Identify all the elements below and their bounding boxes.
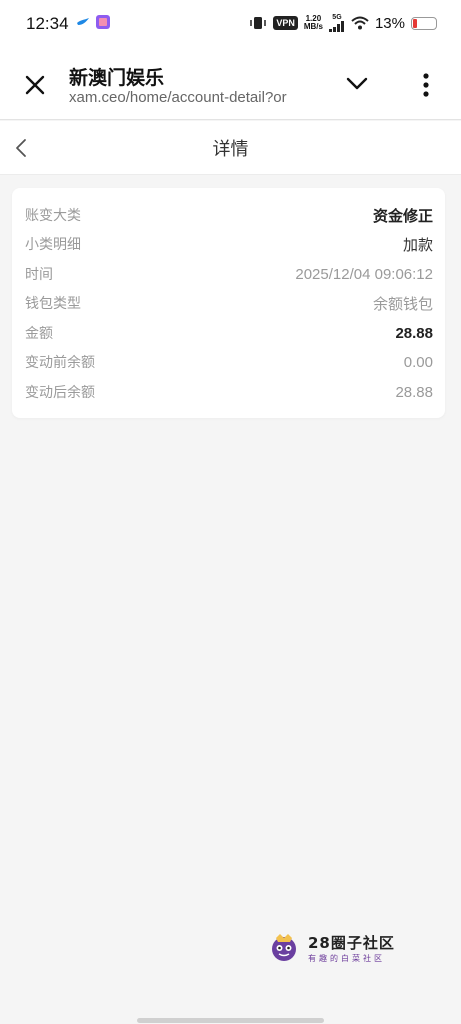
detail-label: 变动后余额 (25, 385, 95, 401)
detail-value: 28.88 (395, 324, 433, 342)
detail-value: 0.00 (403, 353, 433, 371)
detail-value: 28.88 (395, 383, 433, 401)
wifi-icon (351, 16, 369, 30)
detail-label: 账变大类 (25, 208, 81, 224)
mascot-logo-icon (272, 934, 296, 961)
battery-percent: 13% (374, 14, 405, 32)
system-icons: VPN 1.20 MB/s 5G 13% (249, 14, 437, 32)
site-url[interactable]: xam.ceo/home/account-detail?or (69, 89, 323, 106)
detail-row-balance-after: 变动后余额 28.88 (25, 381, 433, 403)
community-watermark: 28圈子社区 有趣的白菜社区 (268, 930, 408, 966)
vpn-badge: VPN (273, 16, 298, 30)
status-time: 12:34 (26, 14, 69, 33)
page-title: 详情 (212, 139, 249, 160)
bird-notification-icon (77, 18, 89, 25)
detail-label: 时间 (25, 267, 53, 283)
app-notification-icon (96, 15, 110, 29)
detail-row-amount: 金额 28.88 (25, 322, 433, 344)
detail-value: 余额钱包 (372, 295, 433, 313)
watermark-subtitle: 有趣的白菜社区 (308, 954, 385, 963)
detail-row-time: 时间 2025/12/04 09:06:12 (25, 263, 433, 285)
home-indicator[interactable] (137, 1018, 324, 1023)
detail-value: 加款 (402, 236, 433, 254)
signal-icon (328, 21, 344, 32)
detail-label: 金额 (25, 326, 53, 342)
status-bar: 12:34 VPN 1.20 MB/s 5G 13% (0, 0, 461, 50)
signal-group: 5G (328, 14, 345, 32)
detail-value: 2025/12/04 09:06:12 (295, 265, 433, 283)
detail-row-balance-before: 变动前余额 0.00 (25, 351, 433, 373)
more-vertical-icon[interactable] (418, 72, 434, 100)
close-icon[interactable] (22, 72, 48, 98)
detail-label: 钱包类型 (25, 296, 81, 312)
detail-row-subcategory: 小类明细 加款 (25, 233, 433, 255)
vibrate-icon (250, 17, 267, 29)
detail-row-category: 账变大类 资金修正 (25, 204, 433, 226)
network-type: 5G (332, 14, 342, 21)
watermark-title: 28圈子社区 (308, 934, 395, 952)
detail-label: 小类明细 (25, 237, 81, 253)
site-title: 新澳门娱乐 (69, 67, 165, 89)
battery-icon (411, 16, 437, 30)
detail-card: 账变大类 资金修正 小类明细 加款 时间 2025/12/04 09:06:12… (12, 188, 445, 418)
page-header: 详情 (0, 121, 461, 175)
network-speed: 1.20 MB/s (303, 14, 323, 31)
detail-value: 资金修正 (372, 207, 433, 225)
detail-row-wallet: 钱包类型 余额钱包 (25, 292, 433, 314)
browser-bar: 新澳门娱乐 xam.ceo/home/account-detail?or (0, 50, 461, 120)
chevron-down-icon[interactable] (344, 74, 370, 94)
notification-icons (76, 15, 110, 29)
detail-label: 变动前余额 (25, 355, 95, 371)
